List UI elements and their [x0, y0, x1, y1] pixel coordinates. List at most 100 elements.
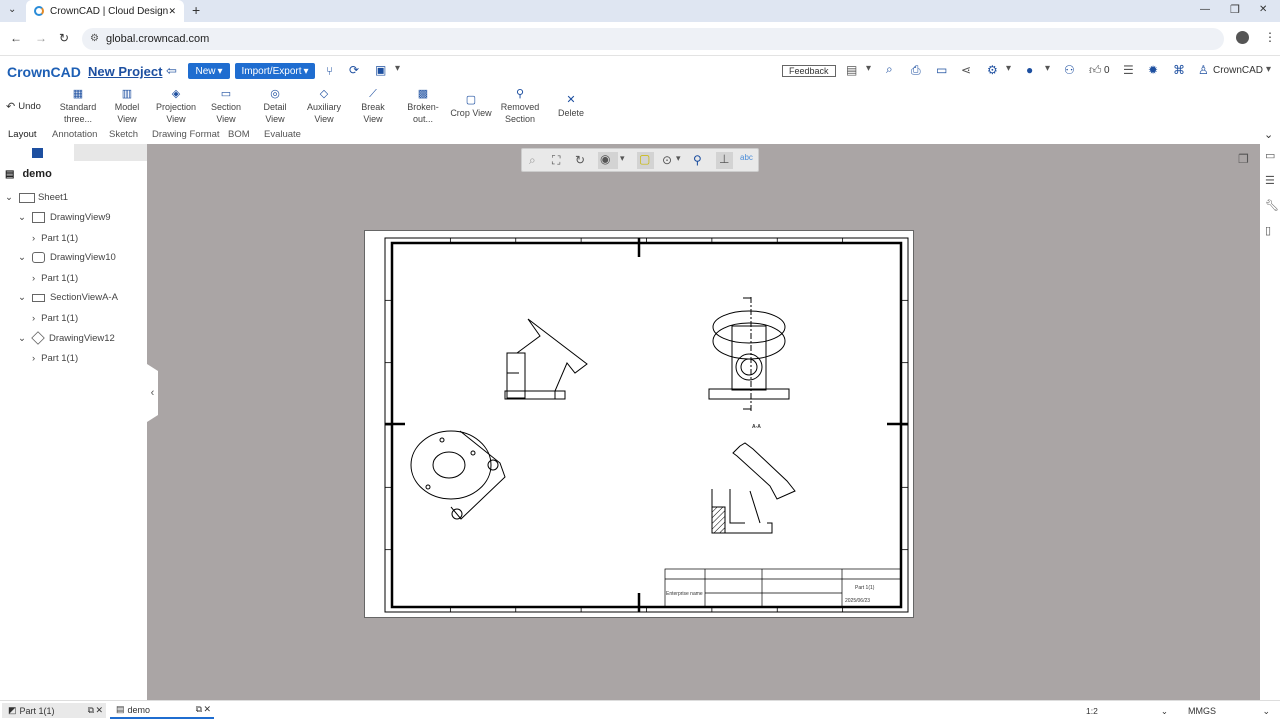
tree-part[interactable]: › Part 1(1): [32, 273, 78, 284]
tree-part[interactable]: › Part 1(1): [32, 353, 78, 364]
refresh-icon[interactable]: ⟳: [349, 63, 359, 77]
help-icon[interactable]: ●: [1026, 63, 1033, 77]
view-mode-icon[interactable]: ⊙: [662, 153, 672, 167]
auxiliary-view-button[interactable]: ◇ Auxiliary View: [300, 88, 348, 125]
url-field[interactable]: ⚙ global.crowncad.com: [82, 28, 1224, 50]
screen-dropdown-icon[interactable]: ▾: [866, 63, 871, 74]
book-icon[interactable]: ▯: [1265, 224, 1271, 237]
expand-chevron-icon[interactable]: ⌄: [18, 333, 26, 344]
gear-icon[interactable]: ✹: [1148, 63, 1158, 77]
tab-evaluate[interactable]: Evaluate: [264, 129, 301, 140]
popout-icon[interactable]: ⧉: [88, 705, 94, 716]
expand-chevron-icon[interactable]: ⌄: [18, 292, 26, 303]
tab-list-chevron-icon[interactable]: ⌄: [8, 4, 16, 15]
document-tab-active[interactable]: ▤ demo ⧉ ✕: [110, 702, 214, 719]
apps-icon[interactable]: ⌘: [1173, 63, 1185, 77]
team-icon[interactable]: ⚇: [1064, 63, 1075, 77]
removed-section-button[interactable]: ⚲ Removed Section: [496, 88, 544, 125]
close-window-button[interactable]: ✕: [1259, 4, 1267, 15]
scale-select[interactable]: 1:2 ⌄: [1080, 704, 1172, 718]
detail-view-button[interactable]: ◎ Detail View: [251, 88, 299, 125]
undo-button[interactable]: ↶ Undo: [6, 100, 41, 113]
browser-menu-icon[interactable]: ⋮: [1264, 30, 1276, 44]
drawing-canvas[interactable]: ‹ ⌕ ⛶ ↻ ◉ ▾ ▢ ⊙ ▾ ⚲ ⊥ abc ❐ A-A Enterpri…: [147, 144, 1260, 700]
tab-annotation[interactable]: Annotation: [52, 129, 97, 140]
share-icon[interactable]: ⋖: [961, 63, 971, 77]
print-icon[interactable]: ⎙: [911, 63, 921, 78]
branch-icon[interactable]: ⑂: [326, 64, 333, 78]
coordinate-icon[interactable]: ⊥: [716, 152, 733, 169]
section-view-button[interactable]: ▭ Section View: [202, 88, 250, 125]
expand-chevron-icon[interactable]: ⌄: [18, 252, 26, 263]
collapse-chevron-icon[interactable]: ›: [32, 233, 35, 244]
collapse-chevron-icon[interactable]: ›: [32, 313, 35, 324]
project-name[interactable]: New Project: [88, 64, 162, 79]
projection-view-button[interactable]: ◈ Projection View: [152, 88, 200, 125]
folder-icon[interactable]: ▭: [1265, 149, 1275, 162]
display-dropdown-icon[interactable]: ▾: [620, 153, 625, 164]
user-name[interactable]: CrownCAD: [1213, 65, 1263, 76]
tab-drawing-format[interactable]: Drawing Format: [152, 129, 220, 140]
text-scale-icon[interactable]: abc: [740, 153, 753, 162]
tree-part[interactable]: › Part 1(1): [32, 233, 78, 244]
document-tab[interactable]: ◩ Part 1(1) ⧉ ✕: [2, 703, 106, 718]
display-icon[interactable]: ◉: [598, 152, 618, 169]
panel-collapse-handle[interactable]: ‹: [147, 364, 158, 422]
model-view-button[interactable]: ▥ Model View: [103, 88, 151, 125]
tree-part[interactable]: › Part 1(1): [32, 313, 78, 324]
expand-chevron-icon[interactable]: ⌄: [5, 192, 13, 203]
crop-view-button[interactable]: ▢ Crop View: [447, 94, 495, 119]
break-view-button[interactable]: ⟋ Break View: [349, 88, 397, 125]
site-info-icon[interactable]: ⚙: [90, 33, 99, 44]
collapse-ribbon-icon[interactable]: ⌄: [1264, 128, 1273, 141]
restore-button[interactable]: ❐: [1230, 3, 1240, 16]
help-dropdown-icon[interactable]: ▾: [1045, 63, 1050, 74]
tab-sketch[interactable]: Sketch: [109, 129, 138, 140]
view-mode-dropdown-icon[interactable]: ▾: [676, 153, 681, 164]
broken-out-button[interactable]: ▩ Broken-out...: [399, 88, 447, 125]
tree-root[interactable]: ▤ demo: [5, 168, 52, 180]
zoom-icon[interactable]: ⌕: [529, 153, 536, 168]
expand-chevron-icon[interactable]: ⌄: [18, 212, 26, 223]
user-dropdown-icon[interactable]: ▾: [1266, 64, 1271, 75]
tab-close-icon[interactable]: ✕: [168, 6, 176, 17]
filter-icon[interactable]: ⚲: [693, 153, 702, 167]
popout-icon[interactable]: ⧉: [196, 704, 202, 715]
comment-icon[interactable]: ▭: [936, 63, 947, 77]
list-icon[interactable]: ☰: [1265, 174, 1275, 187]
save-dropdown-icon[interactable]: ▾: [395, 63, 400, 74]
user-icon[interactable]: ♙: [1198, 63, 1209, 77]
settings-dropdown-icon[interactable]: ▾: [1006, 63, 1011, 74]
tab-bom[interactable]: BOM: [228, 129, 250, 140]
save-icon[interactable]: ▣: [375, 63, 386, 77]
fit-view-icon[interactable]: ⛶: [552, 153, 560, 168]
collapse-chevron-icon[interactable]: ›: [32, 273, 35, 284]
new-button[interactable]: New ▾: [188, 63, 230, 79]
tree-view[interactable]: ⌄ SectionViewA-A: [18, 292, 118, 303]
tree-view[interactable]: ⌄ DrawingView9: [18, 212, 111, 223]
back-icon[interactable]: ←: [10, 31, 22, 45]
restore-view-icon[interactable]: ❐: [1238, 152, 1249, 166]
tree-view[interactable]: ⌄ DrawingView12: [18, 331, 115, 345]
tree-sheet[interactable]: ⌄ Sheet1: [5, 192, 68, 203]
drawing-sheet[interactable]: A-A Enterprise name Part 1(1) 2025/06/23: [364, 230, 914, 618]
minimize-button[interactable]: —: [1200, 4, 1210, 15]
reload-icon[interactable]: ↻: [59, 31, 69, 45]
settings-icon[interactable]: ⚙: [987, 63, 998, 77]
new-tab-button[interactable]: +: [192, 2, 200, 18]
close-tab-icon[interactable]: ✕: [95, 705, 103, 716]
screen-icon[interactable]: ▤: [846, 63, 857, 77]
tab-layout[interactable]: Layout: [8, 129, 37, 140]
forward-icon[interactable]: →: [35, 31, 47, 45]
browser-tab[interactable]: CrownCAD | Cloud Design ✕: [26, 0, 184, 22]
collapse-chevron-icon[interactable]: ›: [32, 353, 35, 364]
like-icon[interactable]: 👍︎: [1089, 63, 1102, 78]
delete-button[interactable]: ✕ Delete: [547, 94, 595, 119]
redraw-icon[interactable]: ↻: [575, 153, 585, 167]
layers-icon[interactable]: ☰: [1123, 63, 1134, 77]
tree-tab-inactive[interactable]: [74, 144, 147, 161]
feedback-button[interactable]: Feedback: [782, 65, 836, 77]
close-tab-icon[interactable]: ✕: [203, 704, 211, 715]
import-export-button[interactable]: Import/Export ▾: [235, 63, 315, 79]
units-select[interactable]: MMGS ⌄: [1182, 704, 1274, 718]
